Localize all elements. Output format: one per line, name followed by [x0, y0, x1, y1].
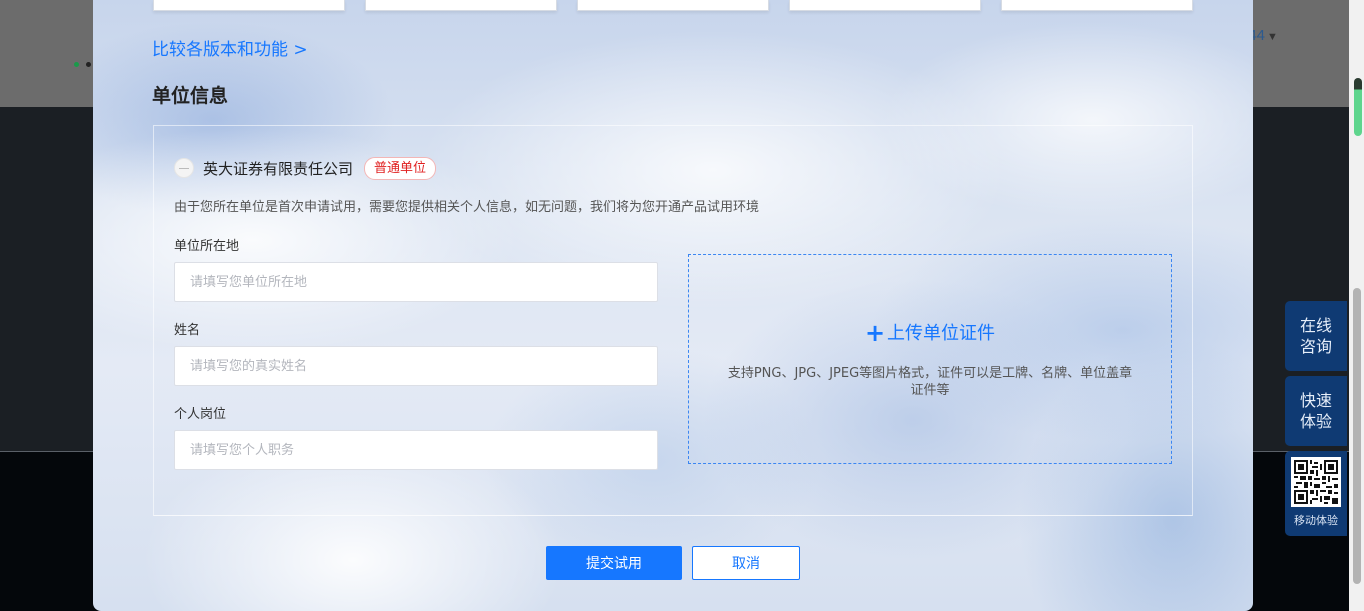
- section-title: 单位信息: [152, 85, 229, 107]
- company-logo-icon: [174, 158, 194, 178]
- version-cards-strip: [153, 0, 1193, 12]
- position-label: 个人岗位: [174, 407, 227, 422]
- version-card[interactable]: [1001, 0, 1193, 11]
- mobile-experience-label: 移动体验: [1294, 514, 1338, 527]
- upload-title-text: 上传单位证件: [887, 323, 996, 344]
- notice-text: 由于您所在单位是首次申请试用，需要您提供相关个人信息，如无问题，我们将为您开通产…: [174, 200, 760, 215]
- company-row: 英大证券有限责任公司 普通单位: [174, 156, 437, 180]
- submit-trial-button[interactable]: 提交试用: [546, 546, 682, 580]
- name-input[interactable]: [174, 346, 658, 386]
- caret-down-icon: ▼: [1267, 31, 1278, 43]
- version-card[interactable]: [577, 0, 769, 11]
- scrollbar-thumb[interactable]: [1353, 288, 1361, 584]
- company-name: 英大证券有限责任公司: [203, 159, 354, 178]
- version-card[interactable]: [153, 0, 345, 11]
- quick-experience-label-line2: 体验: [1299, 412, 1332, 431]
- version-card[interactable]: [789, 0, 981, 11]
- mobile-experience-qr[interactable]: 移动体验: [1285, 451, 1347, 536]
- version-card[interactable]: [365, 0, 557, 11]
- company-type-badge: 普通单位: [364, 156, 437, 180]
- name-label: 姓名: [174, 323, 201, 338]
- upload-title: + 上传单位证件: [689, 319, 1171, 347]
- position-input[interactable]: [174, 430, 658, 470]
- online-consult-label-line1: 在线: [1299, 316, 1332, 335]
- online-consult-button[interactable]: 在线 咨询: [1285, 301, 1347, 371]
- quick-experience-label-line1: 快速: [1299, 391, 1332, 410]
- upload-hint-line1: 支持PNG、JPG、JPEG等图片格式，证件可以是工牌、名牌、单位盖章: [727, 366, 1133, 381]
- upload-hint: 支持PNG、JPG、JPEG等图片格式，证件可以是工牌、名牌、单位盖章 证件等: [689, 365, 1171, 399]
- scroll-indicator: [1354, 78, 1362, 136]
- compare-versions-link[interactable]: 比较各版本和功能 >: [152, 35, 308, 60]
- cancel-button[interactable]: 取消: [692, 546, 800, 580]
- online-consult-label-line2: 咨询: [1299, 337, 1332, 356]
- qr-code-icon: [1291, 457, 1341, 507]
- plus-icon: +: [864, 319, 886, 347]
- quick-experience-button[interactable]: 快速 体验: [1285, 376, 1347, 446]
- upload-certificate-area[interactable]: + 上传单位证件 支持PNG、JPG、JPEG等图片格式，证件可以是工牌、名牌、单…: [688, 254, 1172, 464]
- trial-application-modal: 比较各版本和功能 > 单位信息 英大证券有限责任公司 普通单位 由于您所在单位是…: [93, 0, 1253, 611]
- upload-hint-line2: 证件等: [910, 383, 950, 398]
- location-label: 单位所在地: [174, 239, 240, 254]
- location-input[interactable]: [174, 262, 658, 302]
